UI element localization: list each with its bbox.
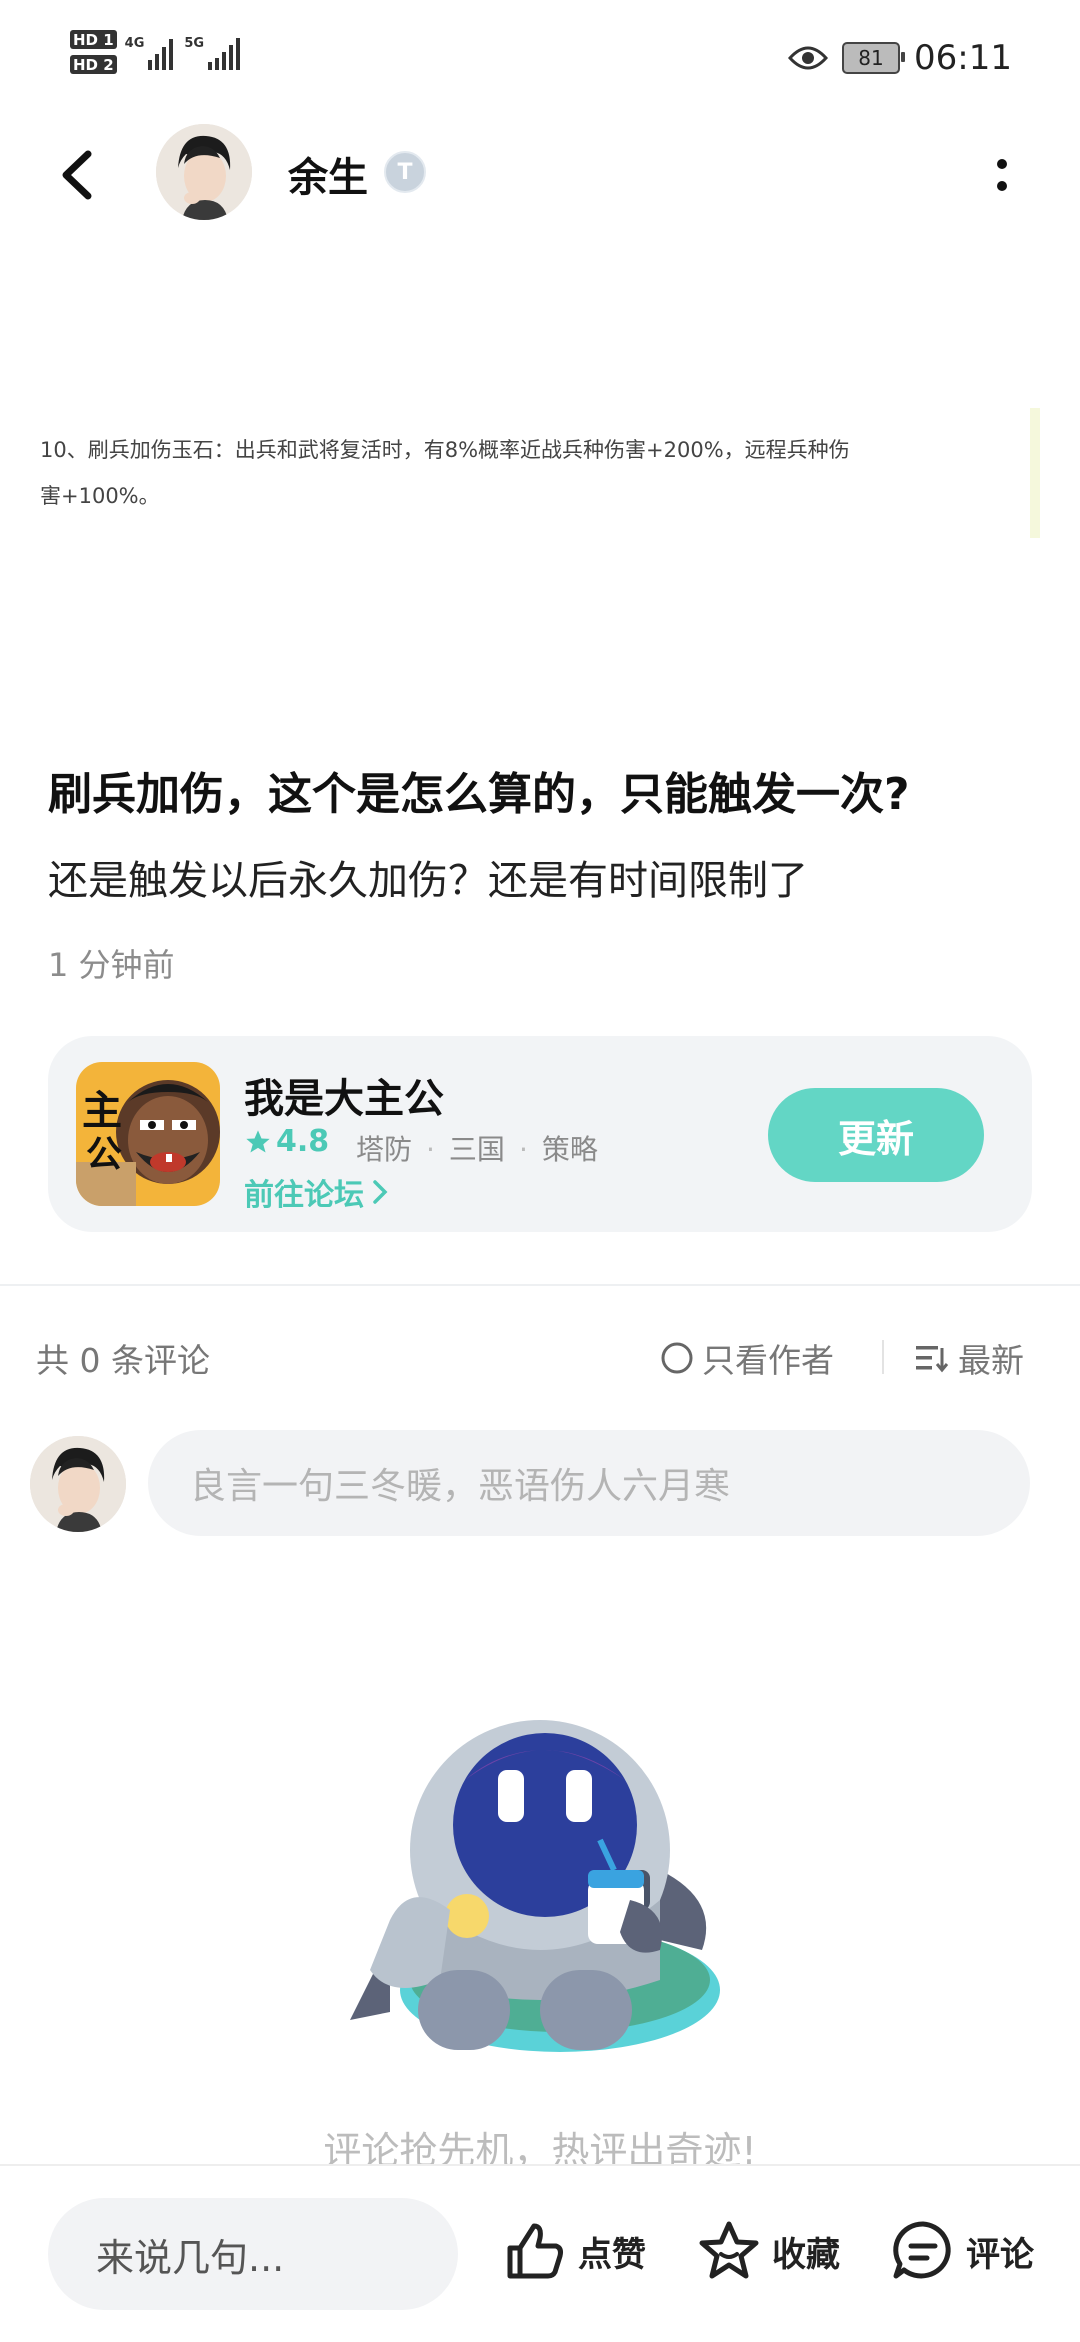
comment-input[interactable]: 良言一句三冬暖，恶语伤人六月寒 [148,1430,1030,1536]
star-outline-icon [699,2221,759,2279]
battery-level: 81 [858,46,884,70]
post-image[interactable]: 10、刷兵加伤玉石：出兵和武将复活时，有8%概率近战兵种伤害+200%，远程兵种… [30,398,1040,548]
clock: 06:11 [914,38,1012,78]
eye-icon [788,46,829,70]
tag: 塔防 [356,1133,413,1166]
like-button[interactable]: 点赞 [502,2218,646,2284]
comment-button[interactable]: 评论 [890,2218,1034,2284]
comment-count: 共 0 条评论 [36,1341,210,1380]
update-button[interactable]: 更新 [768,1088,984,1182]
avatar-portrait-icon [30,1436,126,1532]
game-icon[interactable]: 主 公 [76,1062,220,1206]
badge-label: T [397,159,413,185]
chevron-right-icon [373,1180,388,1204]
author-only-toggle[interactable]: 只看作者 [660,1334,834,1382]
star-icon [246,1129,270,1152]
game-tags: 塔防 · 三国 · 策略 [356,1133,598,1166]
sort-button[interactable]: 最新 [914,1334,1024,1382]
post-title: 刷兵加伤，这个是怎么算的，只能触发一次? [48,769,910,820]
tag: 三国 [448,1133,505,1166]
avatar-portrait-icon [156,124,252,220]
sort-icon [916,1346,949,1373]
game-name: 我是大主公 [244,1076,444,1122]
more-options-icon[interactable] [990,150,1014,200]
status-right: 81 06:11 [788,38,1012,78]
top-nav: 余生 T [0,120,1080,230]
radio-circle-icon [661,1342,693,1374]
thumbs-up-icon [507,2223,563,2279]
image-text-line: 10、刷兵加伤玉石：出兵和武将复活时，有8%概率近战兵种伤害+200%，远程兵种… [40,438,850,462]
quick-comment-input[interactable]: 来说几句... [48,2198,458,2310]
user-level-badge: T [384,151,426,193]
game-character-icon: 主 公 [76,1062,220,1206]
forum-link-label: 前往论坛 [244,1178,364,1213]
comment-bubble-icon [893,2221,951,2279]
hd2-label: HD 2 [70,55,117,74]
forum-link[interactable]: 前往论坛 [244,1170,388,1214]
my-avatar [30,1436,126,1532]
signal-icon [208,38,241,70]
game-rating: 4.8 [244,1124,329,1159]
battery-indicator: 81 [842,42,906,74]
like-label: 点赞 [578,2234,646,2275]
game-card[interactable]: 主 公 我是大主公 4.8 塔防 · 三国 · 策略 前往论坛 更新 [48,1036,1032,1232]
favorite-label: 收藏 [772,2234,840,2275]
post-body: 还是触发以后永久加伤？还是有时间限制了 [48,858,808,904]
network-indicators: HD 1 HD 2 4G 5G [70,30,246,74]
svg-text:公: 公 [86,1134,122,1175]
back-arrow-icon[interactable] [50,140,110,210]
image-text-line: 害+100%。 [40,484,160,508]
tag: 策略 [541,1133,598,1166]
quick-comment-placeholder: 来说几句... [96,2235,285,2280]
section-divider [0,1284,1080,1286]
net1-label: 4G [124,36,145,51]
comment-label: 评论 [966,2234,1034,2275]
bottom-action-bar: 来说几句... 点赞 收藏 评论 [0,2164,1080,2342]
robot-mascot-icon [350,1720,720,2052]
post-timestamp: 1 分钟前 [48,946,175,984]
sort-label: 最新 [958,1341,1024,1380]
author-avatar[interactable] [156,124,252,220]
comment-input-placeholder: 良言一句三冬暖，恶语伤人六月寒 [190,1466,731,1507]
author-name[interactable]: 余生 [288,145,368,203]
game-icon-text: 主 [82,1088,122,1134]
signal-icon [148,39,174,70]
author-only-label: 只看作者 [702,1341,834,1380]
image-edge [1030,408,1040,538]
rating-value: 4.8 [276,1124,330,1159]
filter-separator [882,1340,884,1374]
favorite-button[interactable]: 收藏 [696,2218,840,2284]
hd1-label: HD 1 [70,30,117,49]
net2-label: 5G [184,36,205,51]
status-bar: HD 1 HD 2 4G 5G 81 06:11 [0,0,1080,120]
